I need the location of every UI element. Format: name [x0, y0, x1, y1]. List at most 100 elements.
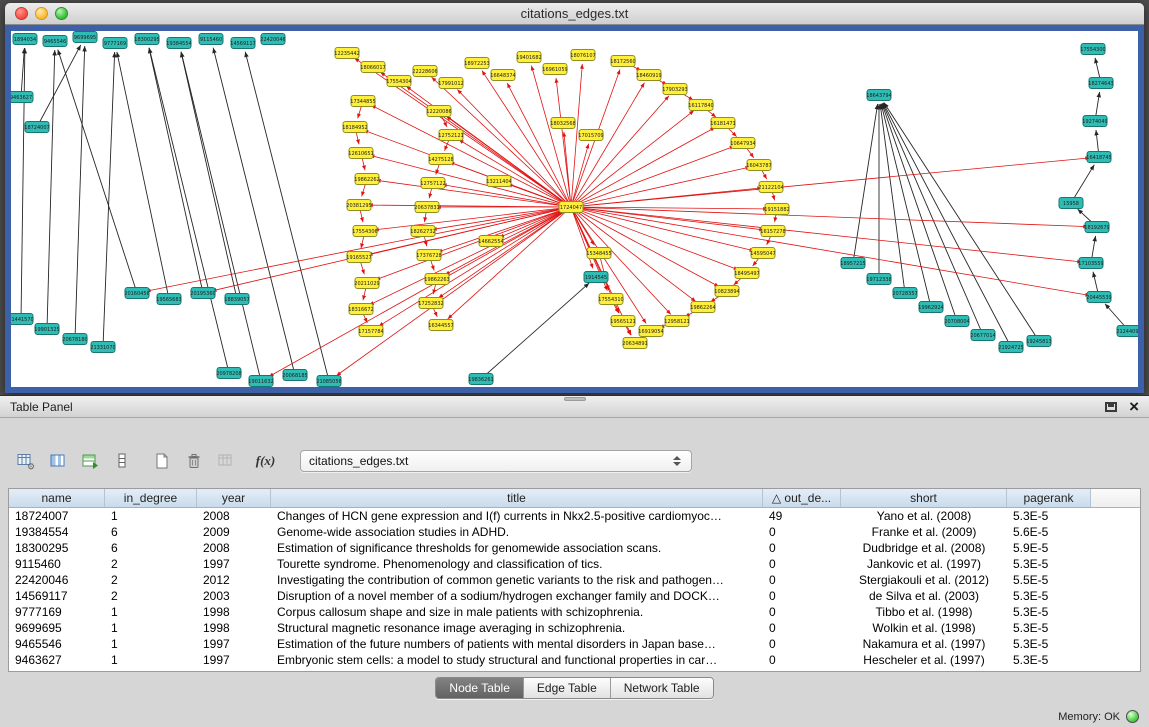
table-row[interactable]: 1872400712008Changes of HCN gene express…	[9, 508, 1140, 524]
graph-node[interactable]: 19862262	[354, 174, 379, 185]
table-cell[interactable]: 5.3E-5	[1007, 636, 1091, 652]
graph-node[interactable]: 9115460	[199, 34, 223, 45]
column-header-short[interactable]: short	[841, 489, 1007, 507]
graph-node[interactable]: 20068185	[282, 370, 307, 381]
graph-node[interactable]: 19245813	[1026, 336, 1051, 347]
graph-node[interactable]: 14662554	[478, 236, 503, 247]
graph-node[interactable]: 20211029	[354, 278, 379, 289]
panel-resize-handle[interactable]	[564, 397, 586, 401]
table-cell[interactable]: Tibbo et al. (1998)	[841, 604, 1007, 620]
table-cell[interactable]: 0	[763, 604, 841, 620]
graph-node[interactable]: 18316672	[348, 304, 373, 315]
graph-node[interactable]: 1724047	[559, 202, 583, 213]
graph-node[interactable]: 17554310	[598, 294, 623, 305]
select-rows-icon[interactable]	[76, 449, 103, 474]
graph-node[interactable]: 17903293	[662, 84, 687, 95]
graph-node[interactable]: 14569117	[230, 38, 255, 49]
graph-node[interactable]: 20728357	[892, 288, 917, 299]
graph-node[interactable]: 13211404	[486, 176, 511, 187]
table-cell[interactable]: 2	[105, 588, 197, 604]
graph-node[interactable]: 19962924	[918, 302, 943, 313]
graph-node[interactable]: 17554306	[352, 226, 377, 237]
table-cell[interactable]: Wolkin et al. (1998)	[841, 620, 1007, 636]
tab-node-table[interactable]: Node Table	[436, 678, 524, 698]
graph-node[interactable]: 20637831	[414, 202, 439, 213]
graph-node[interactable]: 18839057	[224, 294, 249, 305]
graph-node[interactable]: 16418745	[1086, 152, 1111, 163]
table-cell[interactable]: Genome-wide association studies in ADHD.	[271, 524, 763, 540]
table-cell[interactable]: Hescheler et al. (1997)	[841, 652, 1007, 668]
table-cell[interactable]: 49	[763, 508, 841, 524]
table-row[interactable]: 946554611997Estimation of the future num…	[9, 636, 1140, 652]
graph-node[interactable]: 17554304	[386, 76, 411, 87]
table-cell[interactable]: 5.3E-5	[1007, 620, 1091, 636]
graph-node[interactable]: 20708004	[944, 316, 969, 327]
table-cell[interactable]: Yano et al. (2008)	[841, 508, 1007, 524]
graph-node[interactable]: 9777169	[103, 38, 127, 49]
close-window-button[interactable]	[15, 7, 28, 20]
table-row[interactable]: 1938455462009Genome-wide association stu…	[9, 524, 1140, 540]
graph-node[interactable]: 17991012	[438, 78, 463, 89]
graph-node[interactable]: 10823894	[714, 286, 739, 297]
table-cell[interactable]: Structural magnetic resonance image aver…	[271, 620, 763, 636]
table-cell[interactable]: 2012	[197, 572, 271, 588]
window-titlebar[interactable]: citations_edges.txt	[5, 3, 1144, 25]
import-table-icon[interactable]	[212, 449, 239, 474]
table-cell[interactable]: 22420046	[9, 572, 105, 588]
graph-node[interactable]: 18300295	[134, 34, 159, 45]
graph-node[interactable]: 12235442	[334, 48, 359, 59]
table-cell[interactable]: 6	[105, 524, 197, 540]
table-cell[interactable]: 0	[763, 636, 841, 652]
table-cell[interactable]: 18724007	[9, 508, 105, 524]
close-panel-icon[interactable]: ×	[1129, 400, 1139, 414]
table-cell[interactable]: 2	[105, 572, 197, 588]
table-cell[interactable]: 5.3E-5	[1007, 604, 1091, 620]
table-cell[interactable]: 5.3E-5	[1007, 508, 1091, 524]
graph-node[interactable]: 19011632	[248, 376, 273, 387]
graph-node[interactable]: 20195360	[190, 288, 215, 299]
graph-node[interactable]: 19565121	[610, 316, 635, 327]
graph-node[interactable]: 16919054	[638, 326, 663, 337]
table-cell[interactable]: 2008	[197, 540, 271, 556]
graph-node[interactable]: 18460919	[636, 70, 661, 81]
column-header-in_degree[interactable]: in_degree	[105, 489, 197, 507]
graph-node[interactable]: 20160456	[124, 288, 149, 299]
graph-node[interactable]: 18972253	[464, 58, 489, 69]
graph-node[interactable]: 16043787	[746, 160, 771, 171]
graph-node[interactable]: 21331070	[90, 342, 115, 353]
table-cell[interactable]: 5.3E-5	[1007, 588, 1091, 604]
graph-node[interactable]: 15958	[1059, 198, 1083, 209]
table-cell[interactable]: 1997	[197, 652, 271, 668]
graph-node[interactable]: 21085056	[316, 376, 341, 387]
minimize-window-button[interactable]	[35, 7, 48, 20]
graph-node[interactable]: 19862263	[424, 274, 449, 285]
graph-node[interactable]: 19151882	[764, 204, 789, 215]
table-row[interactable]: 977716911998Corpus callosum shape and si…	[9, 604, 1140, 620]
table-cell[interactable]: 1	[105, 636, 197, 652]
graph-node[interactable]: 19165527	[346, 252, 371, 263]
graph-node[interactable]: 17376728	[416, 250, 441, 261]
graph-node[interactable]: 20381295	[346, 200, 371, 211]
table-cell[interactable]: 1998	[197, 620, 271, 636]
graph-node[interactable]: 19712338	[866, 274, 891, 285]
table-cell[interactable]: 1	[105, 620, 197, 636]
graph-node[interactable]: 17554300	[1080, 44, 1105, 55]
graph-node[interactable]: 14275128	[428, 154, 453, 165]
graph-node[interactable]: 18032568	[550, 118, 575, 129]
float-panel-icon[interactable]	[1105, 402, 1117, 412]
graph-node[interactable]: 16648374	[490, 70, 515, 81]
graph-node[interactable]: 19862264	[690, 302, 715, 313]
table-cell[interactable]: 0	[763, 620, 841, 636]
graph-node[interactable]: 18192679	[1084, 222, 1109, 233]
table-cell[interactable]: 1	[105, 604, 197, 620]
table-cell[interactable]: Stergiakouli et al. (2012)	[841, 572, 1007, 588]
tab-network-table[interactable]: Network Table	[611, 678, 713, 698]
table-row[interactable]: 946362711997Embryonic stem cells: a mode…	[9, 652, 1140, 668]
graph-node[interactable]: 12220086	[426, 106, 451, 117]
table-row[interactable]: 2242004622012Investigating the contribut…	[9, 572, 1140, 588]
column-header-name[interactable]: name	[9, 489, 105, 507]
table-cell[interactable]: 0	[763, 540, 841, 556]
table-cell[interactable]: 0	[763, 524, 841, 540]
graph-node[interactable]: 19384554	[166, 38, 191, 49]
table-cell[interactable]: 2003	[197, 588, 271, 604]
